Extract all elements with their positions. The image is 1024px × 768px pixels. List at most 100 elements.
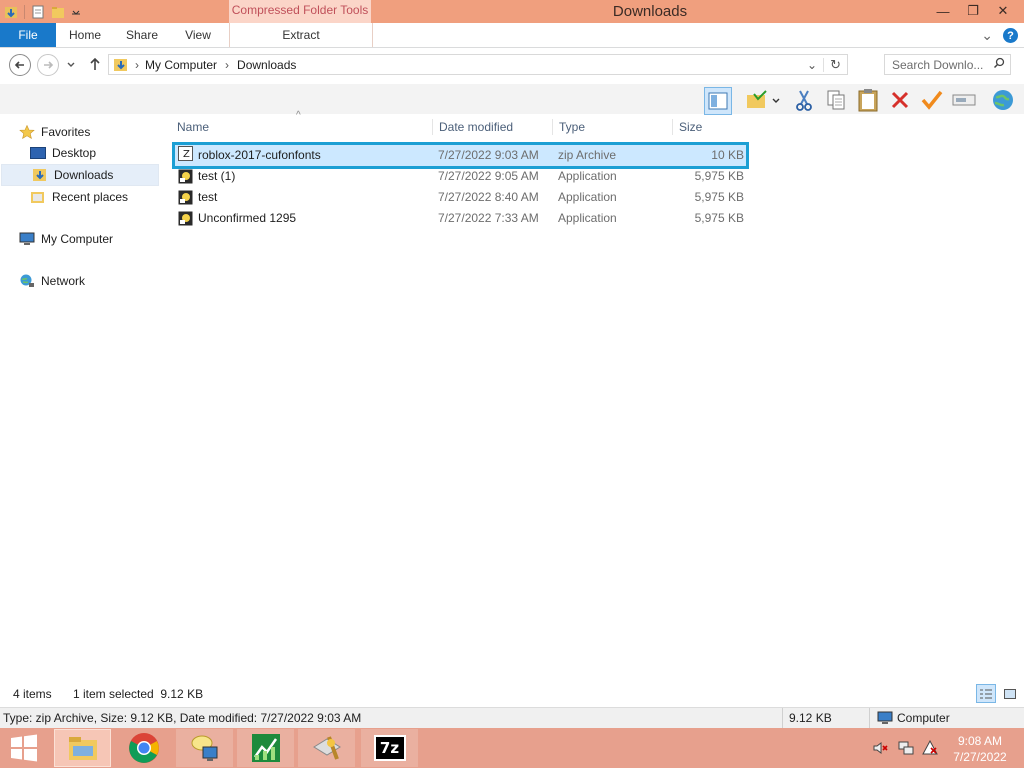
- forward-arrow-icon: [44, 61, 54, 69]
- copy-icon[interactable]: [823, 87, 849, 113]
- zip-archive-icon: Z: [178, 146, 193, 161]
- nav-favorites-label: Favorites: [41, 125, 91, 139]
- recent-places-icon: [30, 190, 46, 204]
- tab-file[interactable]: File: [0, 23, 56, 47]
- tab-share[interactable]: Share: [117, 23, 167, 47]
- back-button[interactable]: [9, 54, 31, 76]
- nav-my-computer-label: My Computer: [41, 232, 114, 246]
- expand-ribbon-icon[interactable]: ⌄: [981, 27, 993, 44]
- breadcrumb-separator: ›: [135, 57, 139, 72]
- nav-favorites[interactable]: Favorites: [0, 122, 160, 142]
- delete-icon[interactable]: [887, 87, 913, 113]
- details-view-icon[interactable]: [976, 684, 996, 703]
- address-dropdown-icon[interactable]: ⌄: [801, 57, 825, 72]
- details-location: Computer: [897, 711, 950, 725]
- start-button[interactable]: [0, 729, 48, 767]
- file-row-test[interactable]: test 7/27/2022 8:40 AM Application 5,975…: [172, 187, 749, 208]
- windows-logo-icon: [11, 734, 37, 762]
- downloads-folder-icon: [113, 57, 129, 72]
- system-clock[interactable]: 9:08 AM 7/27/2022: [944, 733, 1016, 765]
- nav-recent-places-label: Recent places: [52, 190, 129, 204]
- selection-info: 1 item selected 9.12 KB: [73, 687, 204, 701]
- new-folder-icon[interactable]: [51, 4, 65, 20]
- nav-desktop-label: Desktop: [52, 146, 97, 160]
- breadcrumb-my-computer[interactable]: My Computer: [145, 58, 217, 72]
- customize-qat-icon[interactable]: [71, 4, 85, 20]
- tab-view[interactable]: View: [174, 23, 222, 47]
- application-icon: [178, 190, 193, 205]
- preview-pane-icon[interactable]: [704, 87, 732, 115]
- details-bar: Type: zip Archive, Size: 9.12 KB, Date m…: [0, 707, 1024, 729]
- help-icon[interactable]: ?: [1003, 28, 1018, 43]
- contextual-tab-group-label: Compressed Folder Tools: [229, 0, 371, 23]
- paste-icon[interactable]: [855, 87, 881, 113]
- column-header-name[interactable]: Name: [171, 119, 432, 135]
- breadcrumb-downloads[interactable]: Downloads: [237, 58, 296, 72]
- application-icon: [178, 169, 193, 184]
- large-icons-view-icon[interactable]: [1000, 684, 1019, 703]
- application-icon: [178, 211, 193, 226]
- file-type: Application: [558, 169, 617, 183]
- explorer-small-icon[interactable]: [4, 4, 18, 20]
- close-button[interactable]: ✕: [988, 0, 1018, 22]
- back-arrow-icon: [14, 61, 24, 69]
- file-date-modified: 7/27/2022 9:03 AM: [438, 148, 539, 162]
- status-bar: 4 items 1 item selected 9.12 KB: [0, 682, 1024, 706]
- minimize-button[interactable]: —: [928, 0, 958, 22]
- tab-home[interactable]: Home: [60, 23, 110, 47]
- volume-muted-icon[interactable]: [872, 740, 888, 759]
- file-name: roblox-2017-cufonfonts: [198, 148, 321, 162]
- taskbar-winzip[interactable]: [298, 729, 355, 767]
- ribbon-right-controls: ⌄ ?: [981, 27, 1018, 44]
- network-tray-icon[interactable]: [898, 740, 914, 759]
- search-input[interactable]: Search Downlo...: [884, 54, 1011, 75]
- details-text: Type: zip Archive, Size: 9.12 KB, Date m…: [3, 711, 362, 725]
- up-button[interactable]: [88, 56, 102, 75]
- taskbar-7zip[interactable]: 7z: [361, 729, 418, 767]
- nav-my-computer[interactable]: My Computer: [0, 229, 160, 249]
- address-bar[interactable]: › My Computer › Downloads ⌄ ↻: [108, 54, 848, 75]
- maximize-button[interactable]: ❐: [958, 0, 988, 22]
- taskbar-file-explorer[interactable]: [54, 729, 111, 767]
- file-size: 5,975 KB: [694, 169, 744, 183]
- file-date-modified: 7/27/2022 7:33 AM: [438, 211, 539, 225]
- desktop-icon: [30, 146, 46, 160]
- properties-icon[interactable]: [31, 4, 45, 20]
- nav-network[interactable]: Network: [0, 271, 160, 291]
- column-header-size[interactable]: Size: [672, 119, 750, 135]
- file-size: 10 KB: [711, 148, 744, 162]
- nav-desktop[interactable]: Desktop: [0, 143, 160, 163]
- cut-icon[interactable]: [791, 87, 817, 113]
- refresh-icon[interactable]: ↻: [824, 57, 847, 73]
- column-header-date-modified[interactable]: Date modified: [432, 119, 552, 135]
- taskbar-network-connections[interactable]: [176, 729, 233, 767]
- file-row-unconfirmed-1295[interactable]: Unconfirmed 1295 7/27/2022 7:33 AM Appli…: [172, 208, 749, 229]
- file-row-roblox-2017-cufonfonts[interactable]: Z roblox-2017-cufonfonts 7/27/2022 9:03 …: [172, 142, 749, 169]
- nav-downloads[interactable]: Downloads: [1, 164, 159, 186]
- ribbon-tabs: File Home Share View Extract ⌄ ?: [0, 23, 1024, 48]
- action-center-icon[interactable]: [922, 739, 938, 759]
- rename-icon[interactable]: [951, 87, 977, 113]
- nav-recent-places[interactable]: Recent places: [0, 187, 160, 207]
- window-controls: — ❐ ✕: [928, 0, 1018, 22]
- file-date-modified: 7/27/2022 9:05 AM: [438, 169, 539, 183]
- file-date-modified: 7/27/2022 8:40 AM: [438, 190, 539, 204]
- quick-access-toolbar: [4, 2, 85, 21]
- breadcrumb-separator: ›: [225, 57, 230, 72]
- file-size: 5,975 KB: [694, 190, 744, 204]
- taskbar-chrome[interactable]: [115, 729, 172, 767]
- chrome-icon: [128, 733, 159, 763]
- folder-options-icon[interactable]: [744, 87, 782, 113]
- recent-locations-button[interactable]: [66, 58, 76, 73]
- taskbar-task-manager[interactable]: [237, 729, 294, 767]
- file-row-test-1[interactable]: test (1) 7/27/2022 9:05 AM Application 5…: [172, 166, 749, 187]
- select-checkmark-icon[interactable]: [919, 87, 945, 113]
- file-type: Application: [558, 211, 617, 225]
- forward-button[interactable]: [37, 54, 59, 76]
- network-icon: [19, 274, 35, 288]
- file-name: test: [198, 190, 218, 204]
- clock-date: 7/27/2022: [953, 750, 1007, 764]
- globe-icon[interactable]: [990, 87, 1016, 113]
- tab-extract[interactable]: Extract: [229, 23, 373, 47]
- column-header-type[interactable]: Type: [552, 119, 672, 135]
